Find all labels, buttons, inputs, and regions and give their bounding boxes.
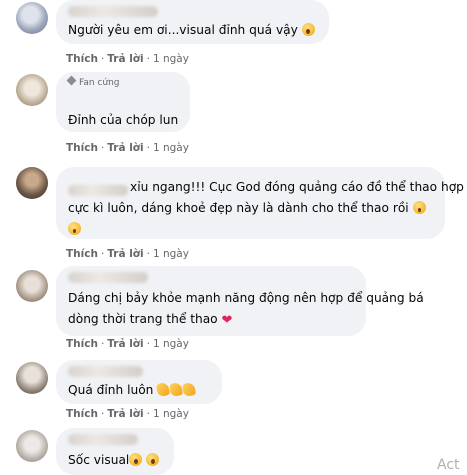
comment-bubble: Fan cứng Đỉnh của chóp lun	[56, 72, 190, 132]
separator: ·	[146, 338, 150, 350]
comment-bubble: Dáng chị bảy khỏe mạnh năng động nên hợp…	[56, 266, 424, 336]
like-button[interactable]: Thích	[66, 142, 98, 154]
comment-text-line: xỉu ngang!!! Cục God đóng quảng cáo đồ t…	[130, 180, 464, 194]
avatar[interactable]	[16, 167, 48, 199]
comment-actions: Thích · Trả lời · 1 ngày	[66, 408, 189, 420]
comment-time[interactable]: 1 ngày	[153, 53, 189, 65]
comment-time[interactable]: 1 ngày	[153, 248, 189, 260]
separator: ·	[146, 408, 150, 420]
comment-text-line: Đỉnh của chóp lun	[68, 113, 179, 127]
screaming-face-emoji-icon	[68, 222, 81, 235]
separator: ·	[100, 408, 105, 420]
comment-text: Quá đỉnh luôn	[68, 380, 197, 401]
reply-button[interactable]: Trả lời	[107, 142, 143, 154]
clapping-hands-emoji-icon	[156, 381, 171, 398]
separator: ·	[100, 248, 105, 260]
like-button[interactable]: Thích	[66, 53, 98, 65]
comment-text-line: Sốc visual	[68, 453, 130, 467]
screaming-face-emoji-icon	[412, 201, 426, 214]
author-name[interactable]	[68, 434, 138, 445]
heart-emoji-icon: ❤	[221, 313, 233, 328]
comment-bubble: Quá đỉnh luôn	[56, 360, 222, 404]
reply-button[interactable]: Trả lời	[107, 53, 143, 65]
comment-text-line: Người yêu em ơi...visual đỉnh quá vậy	[68, 23, 298, 37]
watermark: Act	[437, 457, 460, 473]
avatar[interactable]	[16, 74, 48, 106]
avatar[interactable]	[16, 430, 48, 462]
comment-text: Dáng chị bảy khỏe mạnh năng động nên hợp…	[68, 288, 424, 331]
separator: ·	[146, 248, 150, 260]
comment-time[interactable]: 1 ngày	[153, 142, 189, 154]
separator: ·	[146, 142, 150, 154]
separator: ·	[146, 53, 150, 65]
clapping-hands-emoji-icon	[169, 381, 184, 398]
avatar[interactable]	[16, 2, 48, 34]
comment-actions: Thích · Trả lời · 1 ngày	[66, 248, 189, 260]
author-name[interactable]	[68, 6, 158, 17]
like-button[interactable]: Thích	[66, 248, 98, 260]
comment-actions: Thích · Trả lời · 1 ngày	[66, 53, 189, 65]
author-name[interactable]	[68, 366, 143, 377]
comment-text: Người yêu em ơi...visual đỉnh quá vậy	[68, 20, 315, 41]
avatar[interactable]	[16, 270, 48, 302]
avatar[interactable]	[16, 362, 48, 394]
reply-button[interactable]: Trả lời	[107, 338, 143, 350]
fan-badge: Fan cứng	[66, 75, 120, 88]
comment-time[interactable]: 1 ngày	[153, 338, 189, 350]
comment-bubble: Người yêu em ơi...visual đỉnh quá vậy	[56, 0, 329, 44]
reply-button[interactable]: Trả lời	[107, 408, 143, 420]
reply-button[interactable]: Trả lời	[107, 248, 143, 260]
comment-time[interactable]: 1 ngày	[153, 408, 189, 420]
comment-bubble: xỉu ngang!!! Cục God đóng quảng cáo đồ t…	[56, 167, 464, 239]
like-button[interactable]: Thích	[66, 408, 98, 420]
comment-actions: Thích · Trả lời · 1 ngày	[66, 142, 189, 154]
separator: ·	[100, 142, 105, 154]
clapping-hands-emoji-icon	[182, 381, 197, 398]
diamond-icon	[66, 75, 77, 86]
comment-text: Sốc visual	[68, 450, 160, 471]
comment-text-line: dòng thời trang thể thao	[68, 312, 218, 326]
comment-text-line: Dáng chị bảy khỏe mạnh năng động nên hợp…	[68, 291, 424, 305]
comment-actions: Thích · Trả lời · 1 ngày	[66, 338, 189, 350]
like-button[interactable]: Thích	[66, 338, 98, 350]
author-name[interactable]	[68, 272, 148, 283]
astonished-emoji-icon	[146, 453, 160, 466]
comment-text: Đỉnh của chóp lun	[68, 110, 178, 131]
comment-text-line: Quá đỉnh luôn	[68, 383, 154, 397]
astonished-emoji-icon	[301, 23, 315, 36]
comment-bubble: Sốc visual	[56, 428, 174, 475]
fan-badge-label: Fan cứng	[79, 78, 120, 88]
comment-text: xỉu ngang!!! Cục God đóng quảng cáo đồ t…	[68, 177, 464, 240]
separator: ·	[100, 338, 105, 350]
astonished-emoji-icon	[129, 453, 143, 466]
comment-text-line: cực kì luôn, dáng khoẻ đẹp này là dành c…	[68, 201, 409, 215]
separator: ·	[100, 53, 105, 65]
